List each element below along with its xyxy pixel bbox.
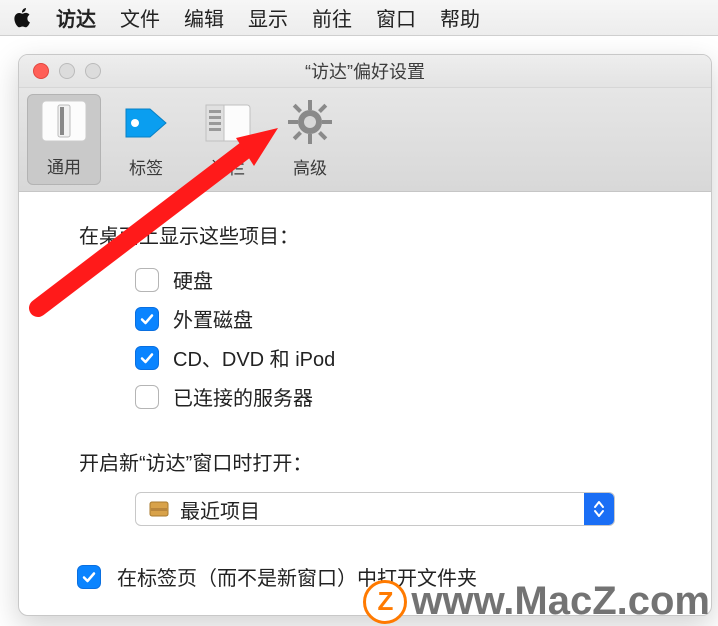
popup-selected-text: 最近项目 <box>180 495 260 524</box>
popup-inner: 最近项目 <box>136 493 584 525</box>
traffic-lights <box>33 63 101 79</box>
checkbox-servers[interactable] <box>135 385 159 409</box>
tag-icon <box>118 98 174 148</box>
new-window-popup[interactable]: 最近项目 <box>135 492 615 526</box>
tab-advanced-label: 高级 <box>293 154 327 179</box>
desktop-item-row: 硬盘 <box>135 265 671 294</box>
menu-view[interactable]: 显示 <box>248 3 288 32</box>
menubar: 访达 文件 编辑 显示 前往 窗口 帮助 <box>0 0 718 36</box>
checkbox-servers-label: 已连接的服务器 <box>173 382 313 411</box>
menu-app-name[interactable]: 访达 <box>56 3 96 32</box>
tabs-option-row: 在标签页（而不是新窗口）中打开文件夹 <box>77 562 671 591</box>
desktop-item-row: CD、DVD 和 iPod <box>135 343 671 372</box>
popup-arrows <box>584 493 614 525</box>
recent-items-icon <box>148 498 170 520</box>
toolbar: 通用 标签 边栏 <box>19 88 711 192</box>
desktop-item-row: 已连接的服务器 <box>135 382 671 411</box>
tab-sidebar[interactable]: 边栏 <box>191 94 265 185</box>
checkbox-tabs-label: 在标签页（而不是新窗口）中打开文件夹 <box>117 562 477 591</box>
sidebar-icon <box>200 98 256 148</box>
tab-sidebar-label: 边栏 <box>211 154 245 179</box>
new-window-heading: 开启新“访达”窗口时打开： <box>79 447 671 476</box>
preferences-window: “访达”偏好设置 通用 标签 <box>18 54 712 616</box>
menu-edit[interactable]: 编辑 <box>184 3 224 32</box>
checkbox-external-label: 外置磁盘 <box>173 304 253 333</box>
checkbox-harddisk-label: 硬盘 <box>173 265 213 294</box>
tab-general-label: 通用 <box>47 153 81 178</box>
switch-icon <box>36 95 92 147</box>
titlebar: “访达”偏好设置 <box>19 55 711 88</box>
checkbox-external[interactable] <box>135 307 159 331</box>
new-window-section: 开启新“访达”窗口时打开： 最近项目 <box>79 447 671 526</box>
checkbox-harddisk[interactable] <box>135 268 159 292</box>
tab-tags-label: 标签 <box>129 154 163 179</box>
apple-icon[interactable] <box>10 6 32 30</box>
menu-help[interactable]: 帮助 <box>440 3 480 32</box>
menu-go[interactable]: 前往 <box>312 3 352 32</box>
tab-advanced[interactable]: 高级 <box>273 94 347 185</box>
minimize-button[interactable] <box>59 63 75 79</box>
desktop-items-section: 在桌面上显示这些项目： 硬盘 外置磁盘 CD、DVD 和 iPod <box>79 220 671 411</box>
content-area: 在桌面上显示这些项目： 硬盘 外置磁盘 CD、DVD 和 iPod <box>19 192 711 615</box>
window-title: “访达”偏好设置 <box>19 58 711 84</box>
tab-tags[interactable]: 标签 <box>109 94 183 185</box>
checkbox-tabs[interactable] <box>77 565 101 589</box>
menu-file[interactable]: 文件 <box>120 3 160 32</box>
tab-general[interactable]: 通用 <box>27 94 101 185</box>
desktop-items-heading: 在桌面上显示这些项目： <box>79 220 671 249</box>
checkbox-cddvd[interactable] <box>135 346 159 370</box>
maximize-button[interactable] <box>85 63 101 79</box>
close-button[interactable] <box>33 63 49 79</box>
menu-window[interactable]: 窗口 <box>376 3 416 32</box>
checkbox-cddvd-label: CD、DVD 和 iPod <box>173 343 335 372</box>
gear-icon <box>282 96 338 148</box>
desktop-item-row: 外置磁盘 <box>135 304 671 333</box>
